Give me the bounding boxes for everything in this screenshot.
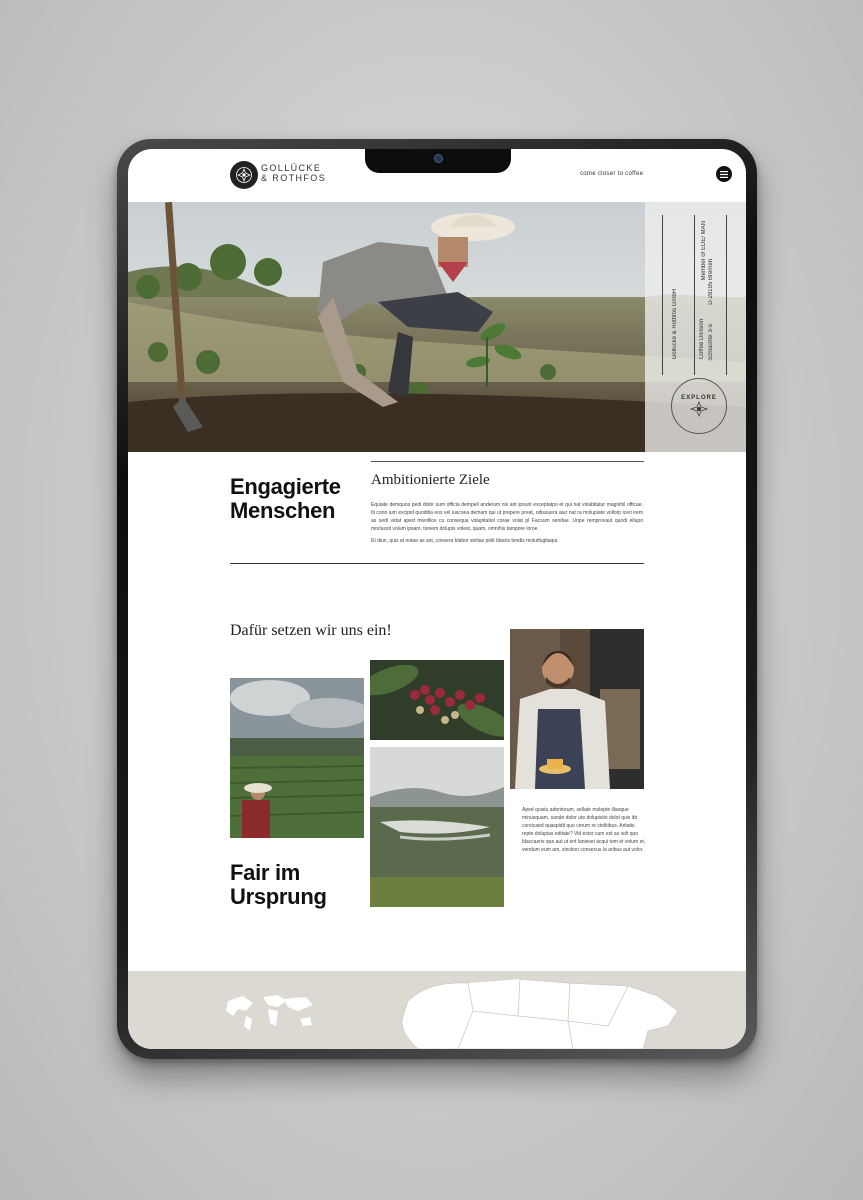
menu-button[interactable]	[716, 166, 732, 182]
compass-flower-icon	[689, 401, 709, 417]
panel-divider	[662, 215, 663, 375]
tablet-screen: GOLLÜCKE & ROTHFOS come closer to coffee	[128, 149, 746, 1049]
hamburger-icon	[720, 170, 728, 178]
intro-paragraph: Equiate demquos pedi dolor sum officia d…	[371, 502, 643, 532]
front-camera	[434, 154, 443, 163]
heading-line-2: Menschen	[230, 498, 336, 523]
world-map-icon	[226, 995, 313, 1031]
tagline: come closer to coffee	[580, 171, 644, 177]
subheading-goals: Ambitionierte Ziele	[371, 472, 490, 488]
top-rule	[371, 461, 644, 462]
heading-line-1: Engagierte	[230, 474, 341, 499]
section-heading-fair: Fair im Ursprung	[230, 861, 327, 909]
intro-paragraph-2: Et diun, quis at notae as ast, consera b…	[371, 538, 559, 544]
city-address: D-28195 Bremen	[708, 259, 714, 305]
brand-line-2: & ROTHFOS	[261, 173, 327, 183]
tea-field-photo	[230, 678, 364, 838]
panel-divider	[726, 215, 727, 375]
section-divider	[230, 563, 644, 564]
barista-photo	[510, 629, 644, 789]
brand-line-1: GOLLÜCKE	[261, 163, 322, 173]
device-notch	[365, 149, 511, 173]
section-heading-people: Engagierte Menschen	[230, 475, 341, 523]
street-address: Schlachte 3-5	[708, 324, 714, 361]
company-name: Gollücke & Rothfos GmbH	[672, 289, 678, 360]
coffee-cherries-photo	[370, 660, 504, 740]
fair-paragraph: Aped quistu adentorum, sellate molepte i…	[522, 807, 646, 853]
africa-map-icon	[401, 978, 679, 1049]
heading-line-2: Ursprung	[230, 884, 327, 909]
membership: Member of EDE/ MAN	[701, 221, 707, 281]
valley-landscape-photo	[370, 747, 504, 907]
division-name: Coffee Division	[699, 319, 705, 360]
explore-badge[interactable]: EXPLORE	[671, 378, 727, 434]
panel-divider	[694, 215, 695, 375]
footer-map-band	[128, 971, 746, 1049]
section-heading-commitment: Dafür setzen wir uns ein!	[230, 622, 392, 639]
brand-logo-icon[interactable]	[230, 161, 258, 189]
heading-line-1: Fair im	[230, 860, 301, 885]
brand-name[interactable]: GOLLÜCKE & ROTHFOS	[261, 163, 326, 183]
